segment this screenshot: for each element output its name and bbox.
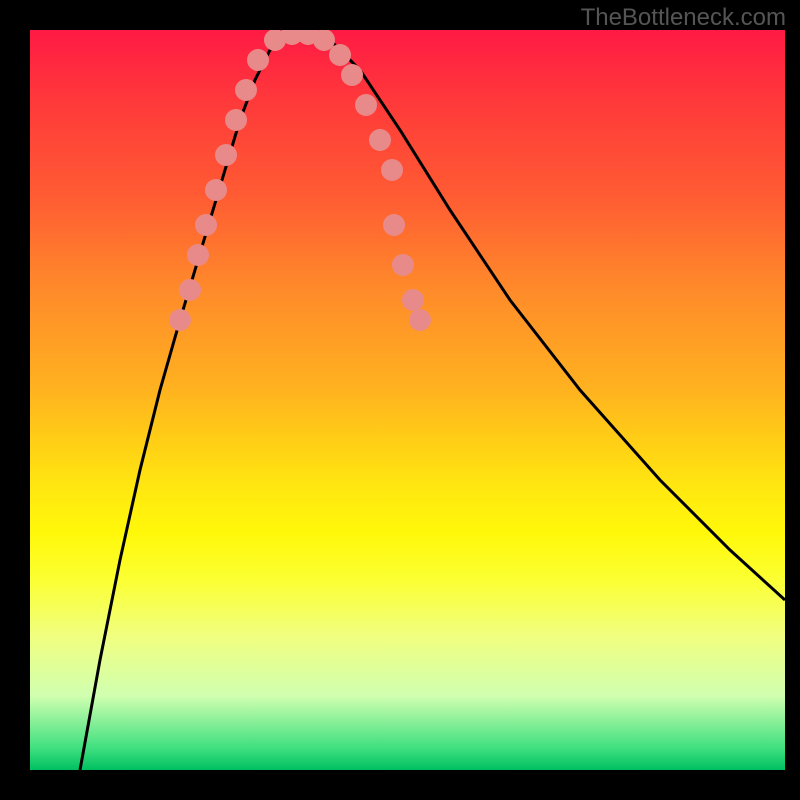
- chart-svg: [30, 30, 785, 770]
- plot-area: [30, 30, 785, 770]
- marker-dot: [355, 94, 377, 116]
- marker-dot: [247, 49, 269, 71]
- marker-dot: [392, 254, 414, 276]
- marker-dot: [409, 309, 431, 331]
- marker-dot: [225, 109, 247, 131]
- marker-dot: [187, 244, 209, 266]
- marker-dot: [369, 129, 391, 151]
- marker-dot: [205, 179, 227, 201]
- curve-markers: [169, 30, 431, 331]
- marker-dot: [341, 64, 363, 86]
- watermark-text: TheBottleneck.com: [581, 4, 786, 32]
- marker-dot: [383, 214, 405, 236]
- bottleneck-curve: [80, 32, 785, 770]
- marker-dot: [195, 214, 217, 236]
- marker-dot: [169, 309, 191, 331]
- marker-dot: [329, 44, 351, 66]
- marker-dot: [215, 144, 237, 166]
- marker-dot: [235, 79, 257, 101]
- marker-dot: [402, 289, 424, 311]
- marker-dot: [381, 159, 403, 181]
- marker-dot: [179, 279, 201, 301]
